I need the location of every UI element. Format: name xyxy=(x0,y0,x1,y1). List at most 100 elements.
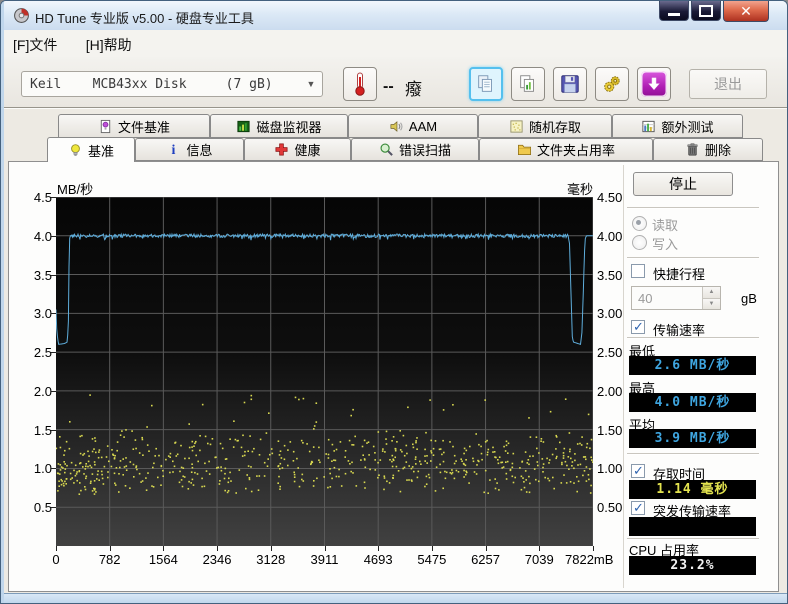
access-time-dot xyxy=(562,454,565,457)
update-button[interactable] xyxy=(637,67,671,101)
y-left-tick-label: 4.5 xyxy=(33,190,52,205)
access-time-dot xyxy=(195,440,197,443)
access-time-dot xyxy=(483,491,485,494)
access-time-dot xyxy=(287,449,289,451)
access-time-dot xyxy=(129,461,132,463)
tab-benchmark[interactable]: 基准 xyxy=(47,137,135,162)
access-time-dot xyxy=(473,471,476,473)
write-radio[interactable] xyxy=(632,235,647,250)
access-time-dot xyxy=(220,469,223,472)
tab-health[interactable]: 健康 xyxy=(244,138,351,161)
access-time-dot xyxy=(581,436,583,438)
access-time-dot xyxy=(555,436,558,438)
access-time-dot xyxy=(590,484,592,487)
access-time-dot xyxy=(108,460,110,463)
access-time-dot xyxy=(217,466,220,469)
access-time-checkbox[interactable] xyxy=(631,464,645,478)
access-time-dot xyxy=(174,442,176,444)
tab-aam[interactable]: AAM xyxy=(348,114,478,138)
access-time-dot xyxy=(147,472,149,474)
access-time-dot xyxy=(145,477,147,479)
access-time-dot xyxy=(224,472,226,475)
tab-info[interactable]: i 信息 xyxy=(135,138,244,161)
access-time-dot xyxy=(85,475,88,478)
access-time-dot xyxy=(319,461,321,464)
tab-folder-usage[interactable]: 文件夹占用率 xyxy=(479,138,653,161)
short-stroke-spinner[interactable]: 40 ▲ ▼ xyxy=(631,286,721,310)
access-time-dot xyxy=(463,447,466,450)
spinner-down-button[interactable]: ▼ xyxy=(703,298,720,309)
copy-text-button[interactable] xyxy=(469,67,503,101)
access-time-dot xyxy=(59,436,61,438)
exit-button[interactable]: 退出 xyxy=(689,69,767,99)
app-icon xyxy=(14,8,29,23)
access-time-dot xyxy=(512,481,515,484)
x-tick-label: 7039 xyxy=(524,552,554,567)
access-time-dot xyxy=(344,472,347,475)
magnifier-icon xyxy=(380,143,393,156)
access-time-dot xyxy=(410,467,413,470)
access-time-dot xyxy=(270,448,273,450)
access-time-dot xyxy=(294,396,297,399)
tab-disk-monitor[interactable]: 磁盘监视器 xyxy=(210,114,348,138)
short-stroke-checkbox[interactable] xyxy=(631,264,645,278)
close-button[interactable]: ✕ xyxy=(723,1,769,22)
access-time-dot xyxy=(442,439,444,442)
access-time-dot xyxy=(191,466,194,469)
access-time-dot xyxy=(201,485,203,488)
menu-help[interactable]: [H]帮助 xyxy=(74,30,144,55)
tab-extra-tests[interactable]: 额外测试 xyxy=(612,114,743,138)
access-time-dot xyxy=(279,468,281,470)
access-time-dot xyxy=(313,480,315,482)
maximize-button[interactable] xyxy=(691,1,721,21)
access-time-dot xyxy=(566,464,568,467)
access-time-dot xyxy=(123,466,126,468)
access-time-dot xyxy=(119,466,121,469)
access-time-dot xyxy=(197,460,199,463)
access-time-dot xyxy=(368,454,370,456)
access-time-dot xyxy=(281,467,284,469)
access-time-dot xyxy=(141,436,143,439)
read-radio[interactable] xyxy=(632,216,647,231)
access-time-dot xyxy=(57,490,59,492)
access-time-dot xyxy=(505,461,507,463)
access-time-dot xyxy=(567,456,570,458)
access-time-dot xyxy=(105,456,108,458)
transfer-rate-checkbox[interactable] xyxy=(631,320,645,334)
access-time-dot xyxy=(129,487,131,489)
access-time-dot xyxy=(416,448,418,450)
extra-tests-icon xyxy=(642,120,656,132)
tab-file-benchmark[interactable]: 文件基准 xyxy=(58,114,210,138)
access-time-dot xyxy=(244,450,246,453)
stop-button[interactable]: 停止 xyxy=(633,172,733,196)
minimize-button[interactable] xyxy=(659,1,689,21)
access-time-dot xyxy=(430,450,432,452)
access-time-dot xyxy=(441,453,443,456)
access-time-dot xyxy=(85,465,87,468)
access-time-dot xyxy=(325,453,327,455)
device-select[interactable]: Keil MCB43xx Disk (7 gB) ▼ xyxy=(21,71,323,97)
access-time-dot xyxy=(432,454,435,456)
access-time-dot xyxy=(411,480,413,482)
access-time-dot xyxy=(93,493,96,495)
tab-random-access[interactable]: 随机存取 xyxy=(478,114,612,138)
access-time-dot xyxy=(63,454,65,456)
access-time-dot xyxy=(165,458,167,461)
temperature-button[interactable] xyxy=(343,67,377,101)
tab-error-scan[interactable]: 错误扫描 xyxy=(351,138,479,161)
options-button[interactable] xyxy=(595,67,629,101)
access-time-dot xyxy=(266,465,269,467)
access-time-dot xyxy=(125,469,128,471)
burst-rate-checkbox[interactable] xyxy=(631,501,645,515)
access-time-dot xyxy=(340,485,343,487)
access-time-dot xyxy=(497,459,499,461)
access-time-dot xyxy=(136,468,138,471)
menu-file[interactable]: [F]文件 xyxy=(1,30,69,55)
access-time-dot xyxy=(233,420,235,422)
access-time-dot xyxy=(101,477,104,480)
spinner-up-button[interactable]: ▲ xyxy=(703,287,720,299)
access-time-dot xyxy=(190,482,192,484)
tab-erase[interactable]: 删除 xyxy=(653,138,763,161)
save-button[interactable] xyxy=(553,67,587,101)
copy-screenshot-button[interactable] xyxy=(511,67,545,101)
